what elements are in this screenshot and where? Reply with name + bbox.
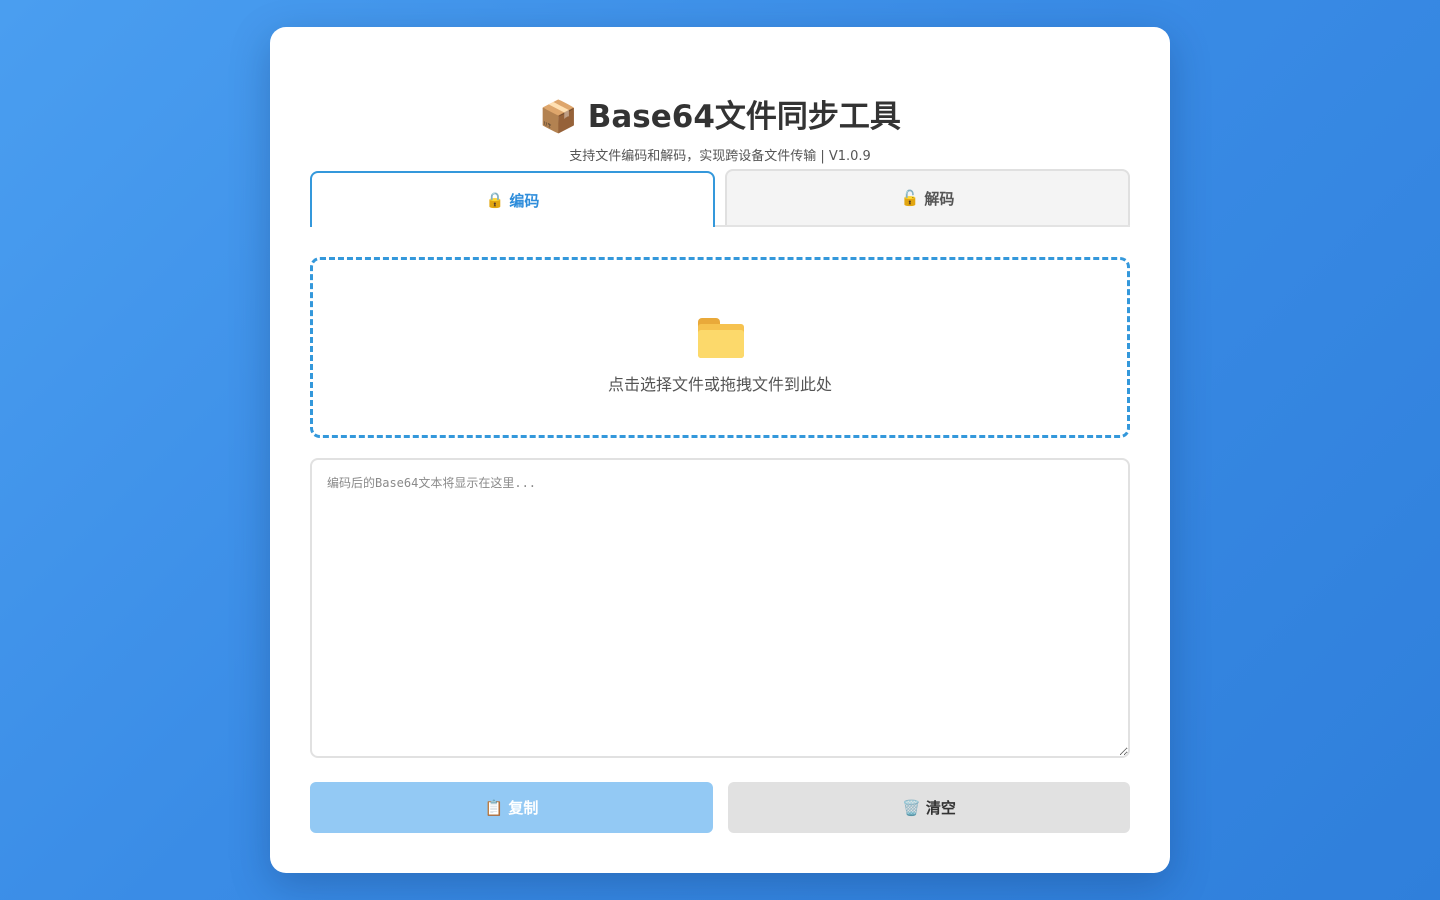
dropzone-text: 点击选择文件或拖拽文件到此处 <box>607 375 832 394</box>
copy-button[interactable]: 📋 复制 <box>310 782 713 833</box>
lock-icon: 🔒 <box>485 191 505 209</box>
tab-decode[interactable]: 🔓 解码 <box>725 169 1130 225</box>
tab-bar: 🔒 编码 🔓 解码 <box>310 169 1130 227</box>
clear-button[interactable]: 🗑️ 清空 <box>728 782 1130 833</box>
file-dropzone[interactable]: 点击选择文件或拖拽文件到此处 <box>310 257 1130 438</box>
clear-button-label: 清空 <box>925 799 956 817</box>
base64-output-textarea[interactable] <box>310 458 1130 758</box>
tab-encode-label: 编码 <box>509 191 540 210</box>
trash-icon: 🗑️ <box>902 798 921 817</box>
main-card: 📦 Base64文件同步工具 支持文件编码和解码，实现跨设备文件传输 | V1.0… <box>270 27 1170 873</box>
page-subtitle: 支持文件编码和解码，实现跨设备文件传输 | V1.0.9 <box>569 149 871 164</box>
unlock-icon: 🔓 <box>900 189 920 207</box>
tab-encode[interactable]: 🔒 编码 <box>310 171 715 227</box>
package-icon: 📦 <box>539 99 578 135</box>
copy-button-label: 复制 <box>508 799 539 817</box>
page-title-text: Base64文件同步工具 <box>587 99 901 135</box>
tab-decode-label: 解码 <box>924 189 955 208</box>
page-title: 📦 Base64文件同步工具 <box>270 95 1170 139</box>
clipboard-icon: 📋 <box>484 798 504 817</box>
folder-icon <box>698 318 744 358</box>
